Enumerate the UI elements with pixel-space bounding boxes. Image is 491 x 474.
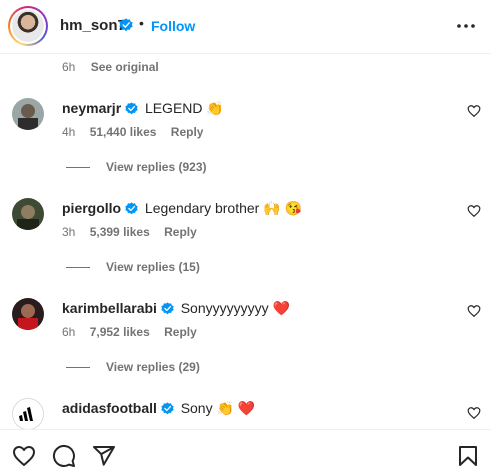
reply-button[interactable]: Reply <box>164 225 197 239</box>
comment-username[interactable]: adidasfootball <box>62 400 157 416</box>
comment-item: karimbellarabi Sonyyyyyyyyy ❤️ 6h 7,952 … <box>0 298 491 398</box>
caption-time: 6h <box>62 60 76 74</box>
heart-icon[interactable] <box>467 406 481 420</box>
comment-time: 4h <box>62 125 76 139</box>
author-avatar[interactable] <box>8 6 48 46</box>
avatar[interactable] <box>12 198 44 230</box>
heart-icon[interactable] <box>467 104 481 118</box>
comment-username[interactable]: karimbellarabi <box>62 300 157 316</box>
view-replies-button[interactable]: View replies (923) <box>66 160 207 174</box>
follow-button[interactable]: Follow <box>151 18 195 34</box>
see-original-link[interactable]: See original <box>91 60 159 74</box>
share-icon[interactable] <box>92 444 116 468</box>
adidas-logo-icon <box>13 399 43 429</box>
author-username[interactable]: hm_son7 <box>60 17 126 34</box>
verified-badge-icon <box>119 18 133 32</box>
avatar[interactable] <box>12 298 44 330</box>
comment-likes[interactable]: 5,399 likes <box>90 225 150 239</box>
view-replies-button[interactable]: View replies (29) <box>66 360 200 374</box>
avatar[interactable] <box>12 398 44 429</box>
heart-icon[interactable] <box>467 204 481 218</box>
post-action-bar <box>0 429 491 474</box>
view-replies-label: View replies (923) <box>106 160 207 174</box>
comment-likes[interactable]: 7,952 likes <box>90 325 150 339</box>
comment-item: piergollo Legendary brother 🙌 😘 3h 5,399… <box>0 198 491 298</box>
heart-icon[interactable] <box>12 444 36 468</box>
comment-icon[interactable] <box>52 444 76 468</box>
verified-badge-icon <box>161 302 174 315</box>
comment-time: 3h <box>62 225 76 239</box>
heart-icon[interactable] <box>467 304 481 318</box>
view-replies-label: View replies (15) <box>106 260 200 274</box>
verified-badge-icon <box>161 402 174 415</box>
header-separator: • <box>139 15 144 31</box>
comment-text: Legendary brother 🙌 😘 <box>144 200 302 216</box>
comment-username[interactable]: piergollo <box>62 200 121 216</box>
comment-item: adidasfootball Sony 👏 ❤️ <box>0 398 491 429</box>
comment-username[interactable]: neymarjr <box>62 100 121 116</box>
comment-text: Sony 👏 ❤️ <box>180 400 256 416</box>
reply-button[interactable]: Reply <box>171 125 204 139</box>
post-header: hm_son7 • Follow <box>0 0 491 54</box>
reply-button[interactable]: Reply <box>164 325 197 339</box>
view-replies-button[interactable]: View replies (15) <box>66 260 200 274</box>
comment-text: Sonyyyyyyyyy ❤️ <box>180 300 290 316</box>
more-horizontal-icon[interactable] <box>455 18 477 34</box>
view-replies-label: View replies (29) <box>106 360 200 374</box>
verified-badge-icon <box>125 102 138 115</box>
avatar[interactable] <box>12 98 44 130</box>
comment-item: neymarjr LEGEND 👏 4h 51,440 likes Reply … <box>0 98 491 198</box>
comment-time: 6h <box>62 325 76 339</box>
verified-badge-icon <box>125 202 138 215</box>
comment-likes[interactable]: 51,440 likes <box>90 125 157 139</box>
bookmark-icon[interactable] <box>456 444 480 468</box>
caption-meta: 6h See original <box>62 60 159 74</box>
comment-text: LEGEND 👏 <box>144 100 224 116</box>
